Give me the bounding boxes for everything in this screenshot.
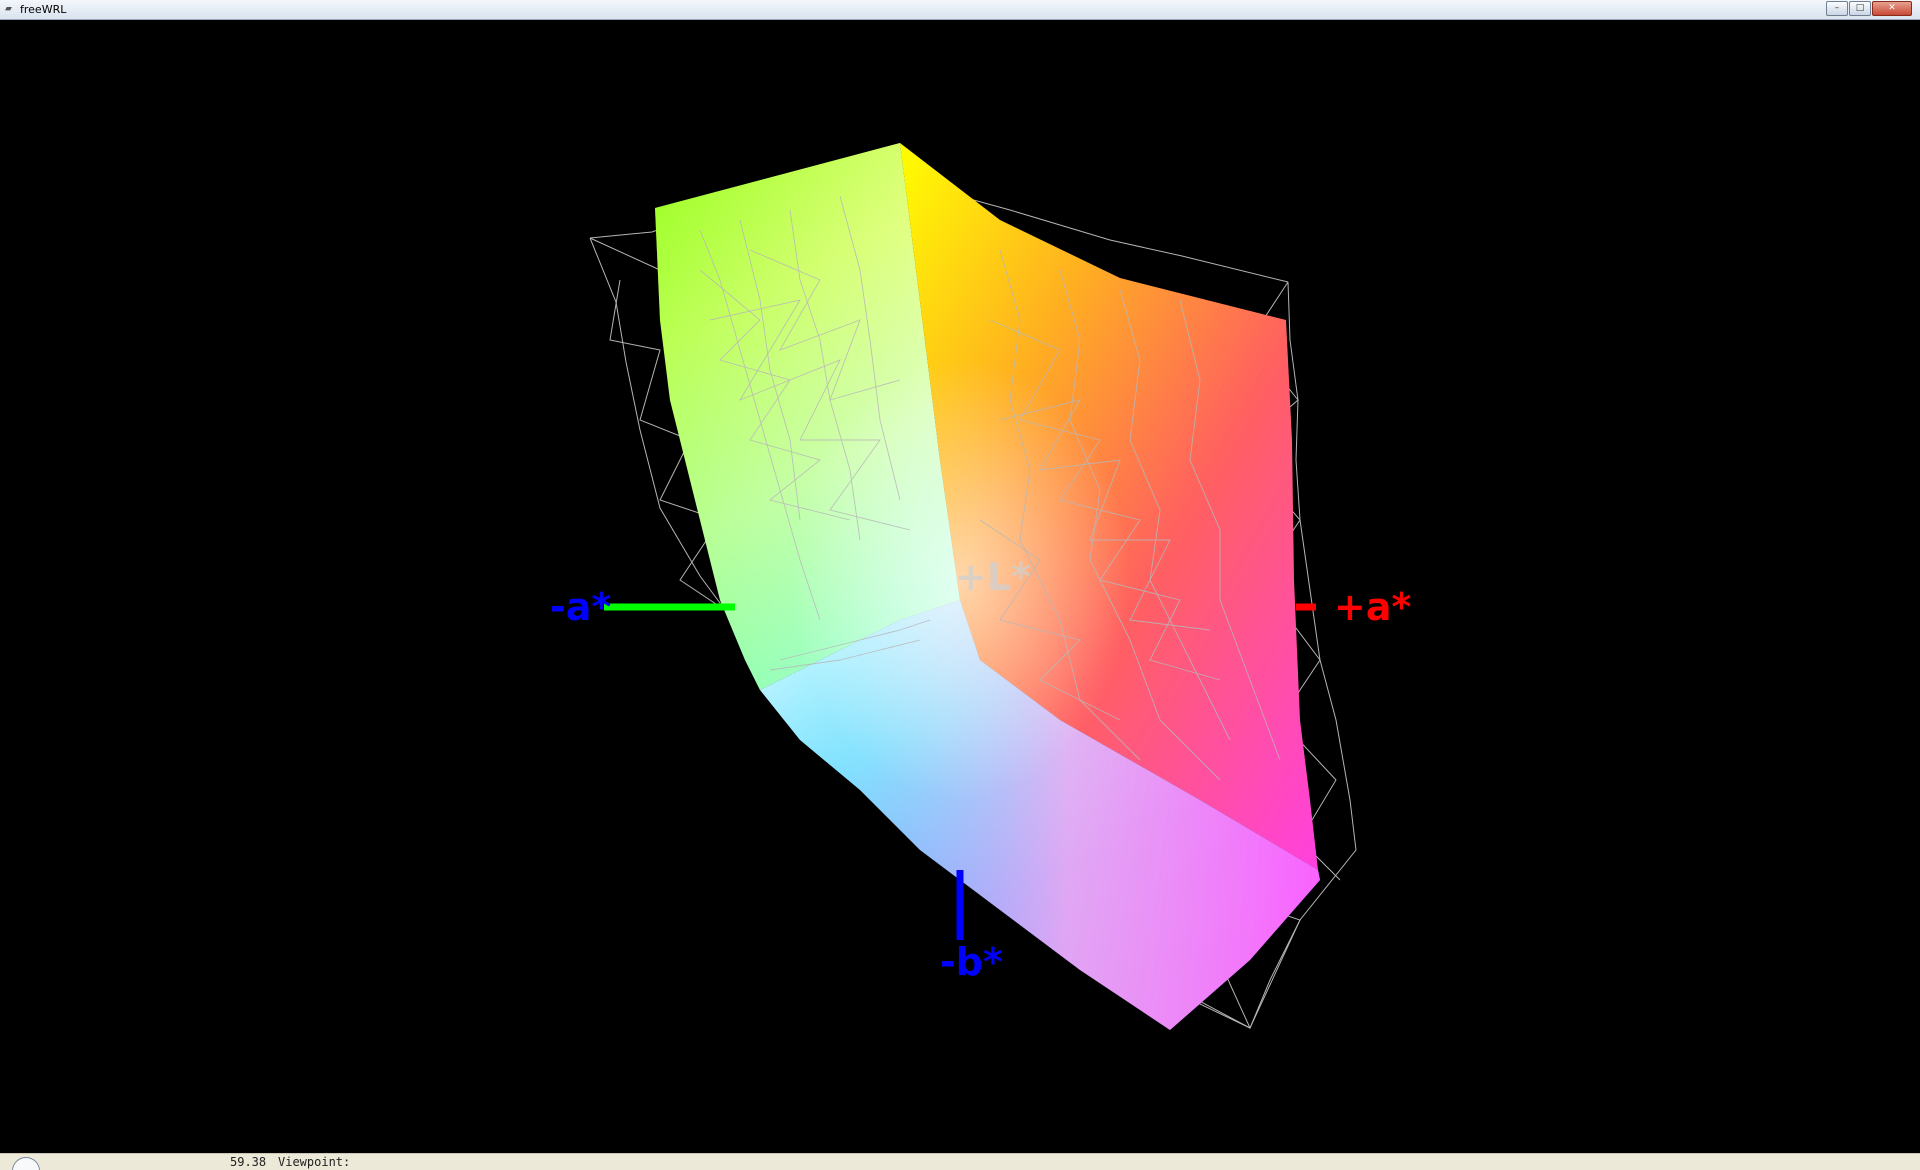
close-button[interactable]: ✕ — [1872, 1, 1912, 16]
neg-b-label: -b* — [940, 940, 1003, 984]
fps-readout: 59.38 — [230, 1155, 267, 1169]
3d-viewport[interactable]: -a* +a* -b* +L* — [0, 20, 1920, 1153]
title-bar[interactable]: ▰ freeWRL – □ ✕ — [0, 0, 1920, 20]
viewpoint-label: Viewpoint: — [278, 1155, 351, 1169]
pos-a-label: +a* — [1334, 585, 1411, 629]
window-title: freeWRL — [20, 3, 67, 16]
viewpoint-icon[interactable] — [12, 1157, 40, 1170]
maximize-button[interactable]: □ — [1849, 1, 1871, 16]
window-controls: – □ ✕ — [1825, 1, 1912, 16]
neg-a-label: -a* — [550, 585, 611, 629]
app-icon: ▰ — [5, 4, 12, 14]
pos-l-label: +L* — [955, 555, 1031, 599]
status-bar: 59.38 Viewpoint: — [0, 1153, 1920, 1170]
minimize-button[interactable]: – — [1826, 1, 1848, 16]
gamut-scene[interactable]: -a* +a* -b* +L* — [0, 20, 1920, 1153]
freewrl-window: ▰ freeWRL – □ ✕ -a* +a* -b* +L* 59.38 Vi… — [0, 0, 1920, 1170]
